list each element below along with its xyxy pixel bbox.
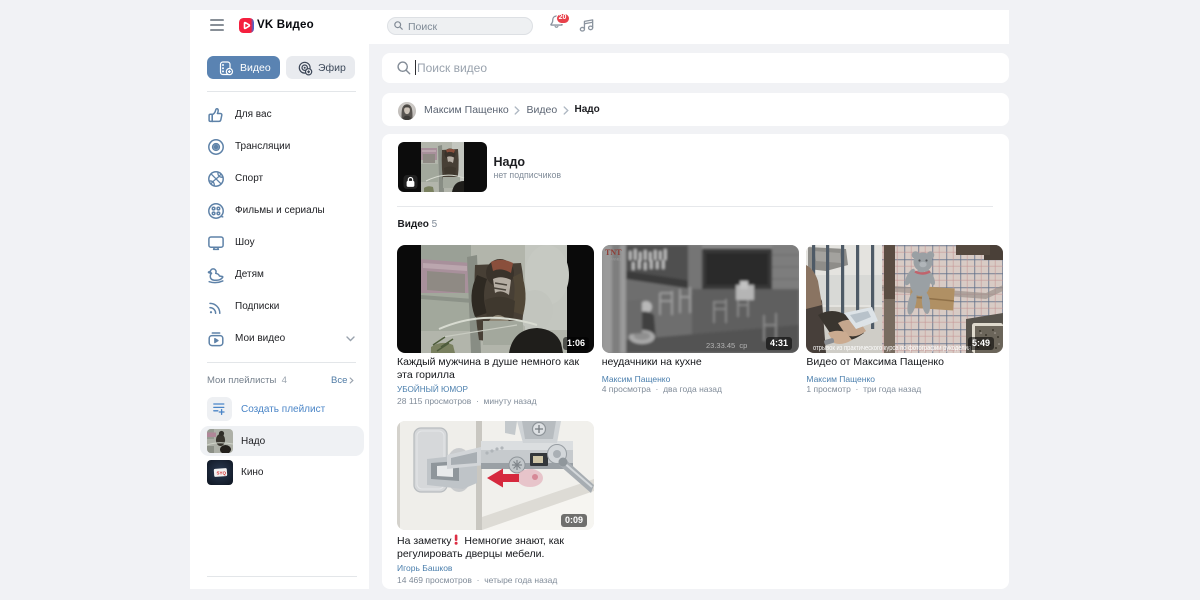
- svg-text:отрывок из практического курса: отрывок из практического курса по фотогр…: [813, 345, 971, 352]
- svg-text:23.33.45 ср: 23.33.45 ср: [706, 341, 747, 350]
- svg-text:TNT: TNT: [605, 248, 622, 257]
- svg-text:SYQ: SYQ: [217, 471, 227, 476]
- svg-text:CHANNEL: CHANNEL: [605, 258, 621, 262]
